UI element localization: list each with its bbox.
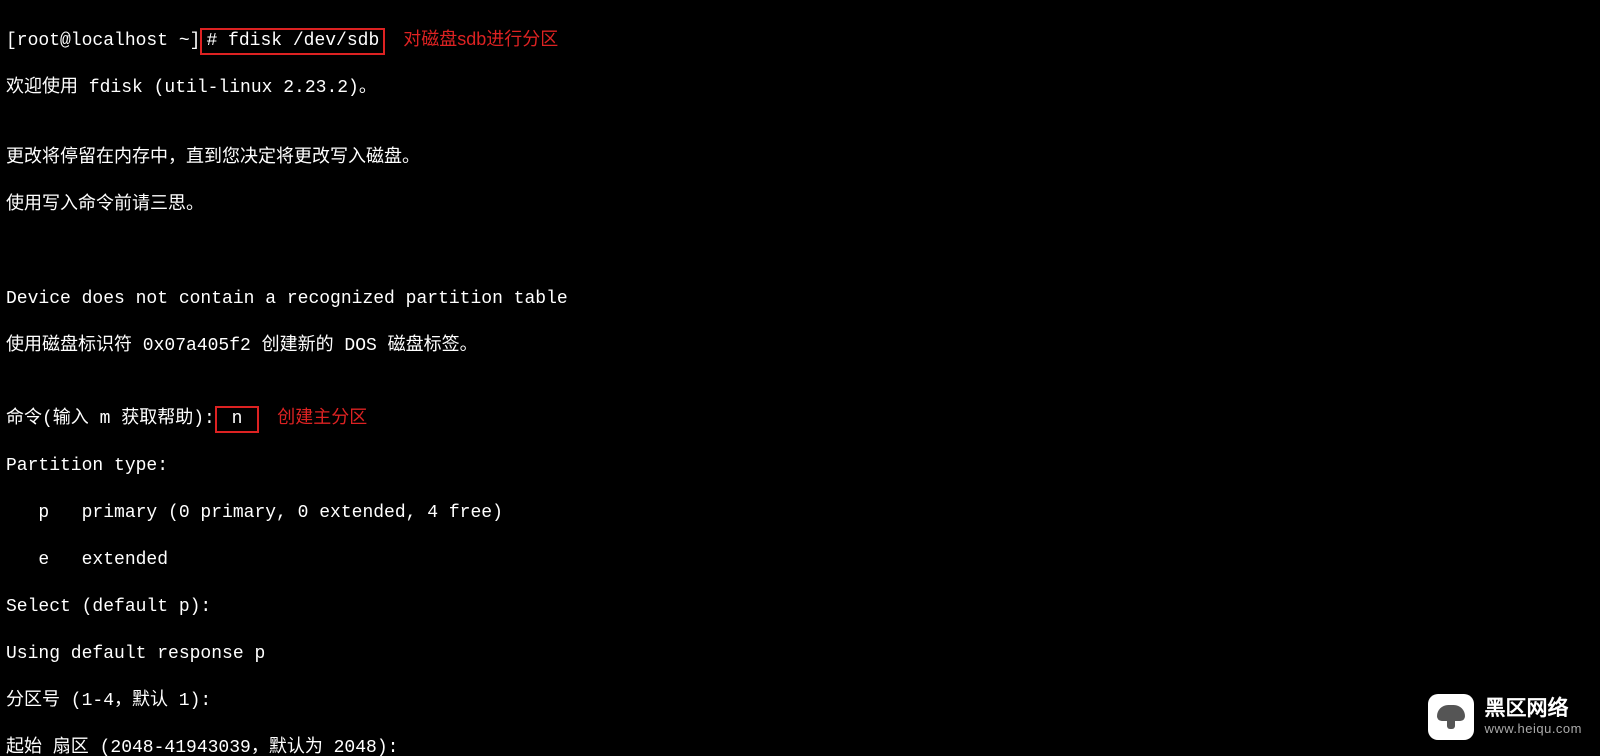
line-ptype-header: Partition type: [6,455,1594,479]
line-mem-note2: 使用写入命令前请三思。 [6,194,1594,218]
cmd-prompt-1: 命令(输入 m 获取帮助): [6,409,215,429]
annotation-fdisk: 对磁盘sdb进行分区 [385,29,558,49]
shell-prompt: [root@localhost ~] [6,31,200,51]
boxed-input-n: n [215,406,259,434]
line-welcome: 欢迎使用 fdisk (util-linux 2.23.2)。 [6,77,1594,101]
line-part-num: 分区号 (1-4，默认 1): [6,690,1594,714]
terminal-output[interactable]: [root@localhost ~]# fdisk /dev/sdb对磁盘sdb… [0,0,1600,756]
mushroom-icon [1428,694,1474,740]
line-ptype-e: e extended [6,549,1594,573]
watermark-title: 黑区网络 [1484,697,1582,721]
line-using-default-p: Using default response p [6,643,1594,667]
boxed-command-fdisk: # fdisk /dev/sdb [200,28,385,56]
line-select-default: Select (default p): [6,596,1594,620]
annotation-n: 创建主分区 [259,407,367,427]
line-dos-label: 使用磁盘标识符 0x07a405f2 创建新的 DOS 磁盘标签。 [6,335,1594,359]
line-mem-note1: 更改将停留在内存中，直到您决定将更改写入磁盘。 [6,147,1594,171]
line-first-sector: 起始 扇区 (2048-41943039，默认为 2048): [6,737,1594,756]
line-ptype-p: p primary (0 primary, 0 extended, 4 free… [6,502,1594,526]
watermark-url: www.heiqu.com [1484,722,1582,737]
line-no-part-table: Device does not contain a recognized par… [6,288,1594,312]
watermark: 黑区网络 www.heiqu.com [1428,694,1582,740]
